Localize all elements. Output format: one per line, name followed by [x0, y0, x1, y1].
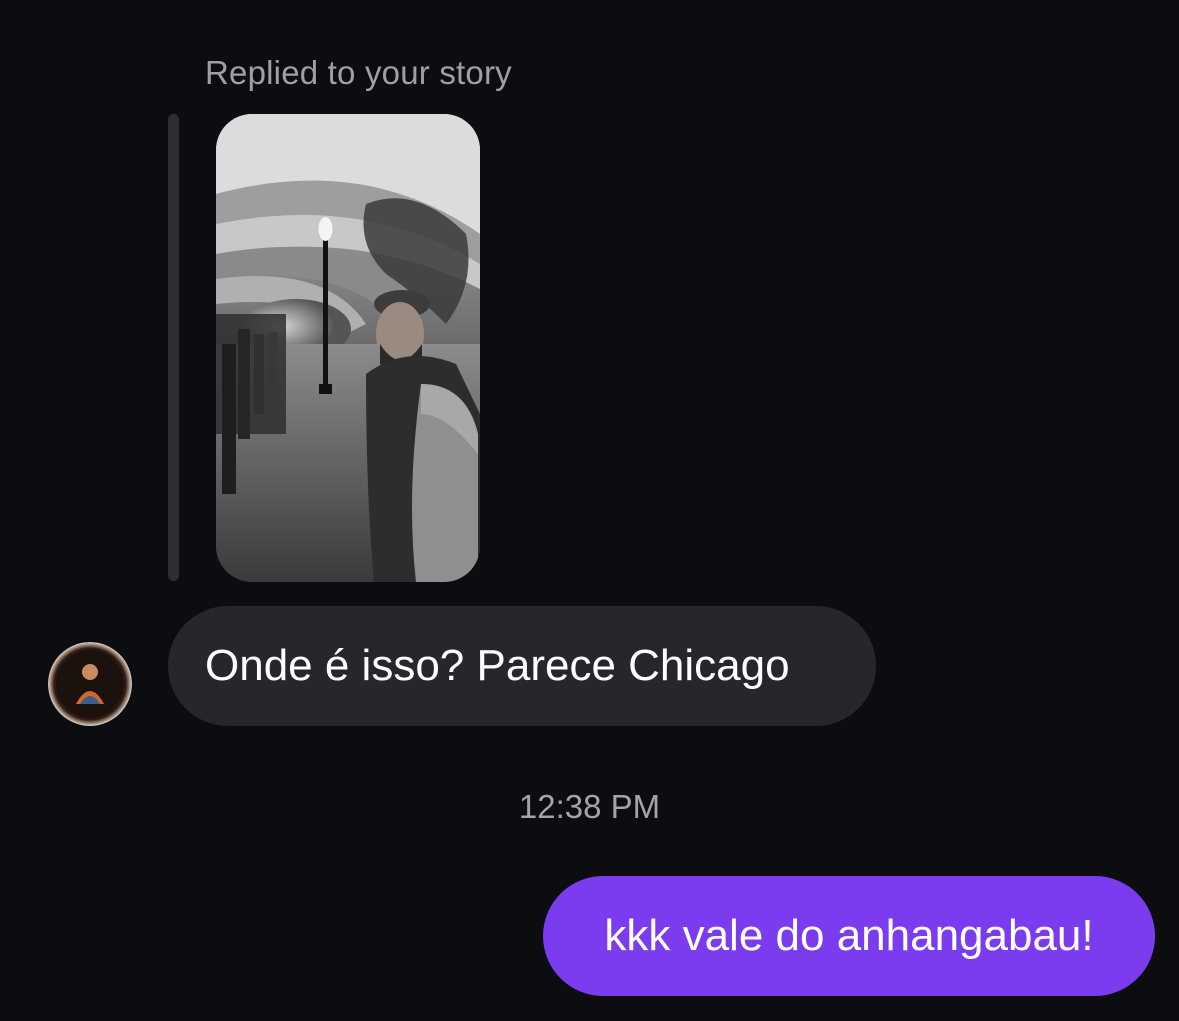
incoming-message-text: Onde é isso? Parece Chicago — [205, 641, 790, 690]
replied-to-story-label: Replied to your story — [205, 54, 512, 91]
outgoing-message-bubble[interactable]: kkk vale do anhangabau! — [543, 876, 1155, 996]
reply-quote-bar — [168, 114, 179, 581]
outgoing-message-text: kkk vale do anhangabau! — [604, 911, 1094, 960]
conversation-thread: Replied to your story Onde é isso? Parec… — [0, 0, 1179, 1021]
incoming-message-bubble[interactable]: Onde é isso? Parece Chicago — [168, 606, 876, 726]
message-timestamp: 12:38 PM — [518, 788, 661, 825]
sender-avatar[interactable] — [48, 642, 132, 726]
story-thumbnail[interactable] — [216, 114, 480, 582]
